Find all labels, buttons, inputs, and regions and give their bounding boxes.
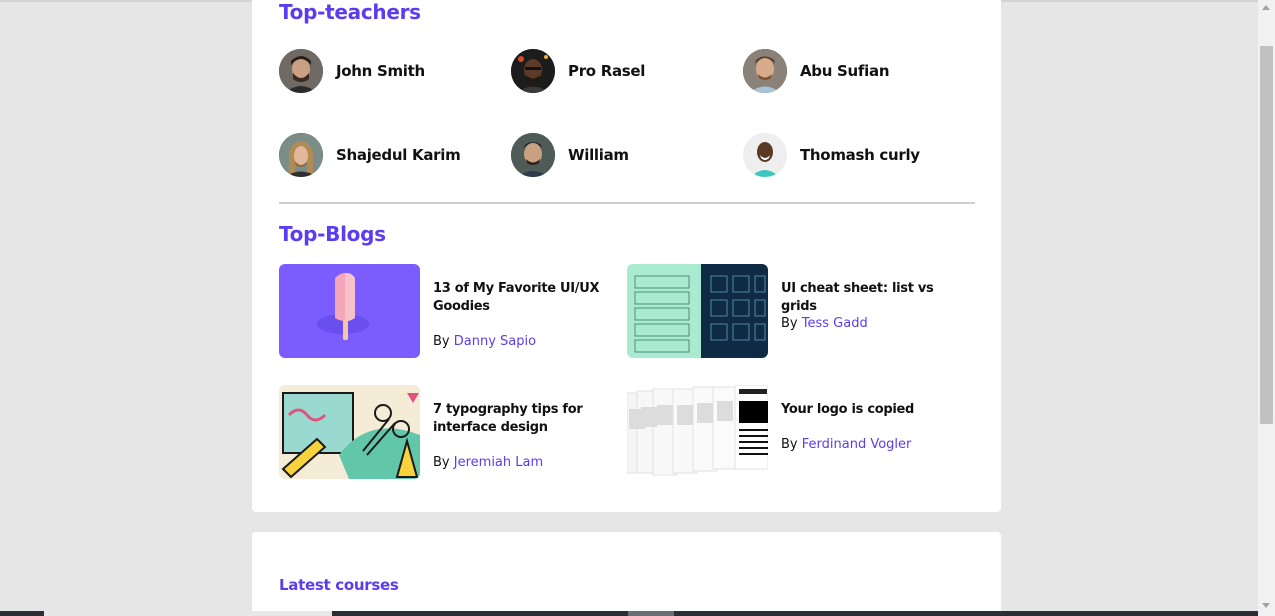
teacher-name: Abu Sufian bbox=[800, 62, 890, 80]
by-label: By bbox=[433, 334, 450, 349]
teacher-avatar bbox=[511, 49, 555, 93]
teacher-card[interactable]: Shajedul Karim bbox=[279, 132, 499, 178]
taskbar-strip bbox=[0, 611, 1258, 616]
blog-thumbnail[interactable] bbox=[279, 385, 420, 479]
blog-card[interactable]: 13 of My Favorite UI/UX Goodies By Danny… bbox=[279, 264, 619, 358]
blog-thumbnail[interactable] bbox=[627, 264, 768, 358]
by-label: By bbox=[433, 455, 450, 470]
blog-byline: By Jeremiah Lam bbox=[433, 455, 543, 470]
blog-byline: By Ferdinand Vogler bbox=[781, 437, 911, 452]
teacher-card[interactable]: Thomash curly bbox=[743, 132, 963, 178]
blog-card[interactable]: Your logo is copied By Ferdinand Vogler bbox=[627, 385, 967, 479]
teacher-card[interactable]: Abu Sufian bbox=[743, 48, 963, 94]
blog-byline: By Tess Gadd bbox=[781, 316, 868, 331]
teacher-name: Thomash curly bbox=[800, 146, 920, 164]
teacher-name: John Smith bbox=[336, 62, 425, 80]
blog-author-link[interactable]: Danny Sapio bbox=[454, 334, 536, 349]
teacher-avatar bbox=[511, 133, 555, 177]
top-blogs-heading: Top-Blogs bbox=[279, 222, 386, 246]
blog-title[interactable]: 7 typography tips for interface design bbox=[433, 401, 608, 437]
vertical-scrollbar[interactable] bbox=[1258, 0, 1275, 616]
scroll-down-arrow-icon[interactable] bbox=[1262, 603, 1270, 608]
scroll-up-arrow-icon[interactable] bbox=[1262, 5, 1270, 10]
teacher-name: Shajedul Karim bbox=[336, 146, 461, 164]
teacher-avatar bbox=[279, 49, 323, 93]
latest-courses-card: Latest courses bbox=[252, 532, 1001, 616]
blog-title[interactable]: UI cheat sheet: list vs grids bbox=[781, 280, 956, 316]
section-divider bbox=[279, 202, 975, 204]
blog-thumbnail[interactable] bbox=[627, 385, 768, 479]
teacher-avatar bbox=[743, 133, 787, 177]
by-label: By bbox=[781, 437, 798, 452]
scrollbar-thumb[interactable] bbox=[1260, 46, 1273, 424]
blog-author-link[interactable]: Tess Gadd bbox=[802, 316, 868, 331]
by-label: By bbox=[781, 316, 798, 331]
teacher-card[interactable]: John Smith bbox=[279, 48, 499, 94]
blog-title[interactable]: 13 of My Favorite UI/UX Goodies bbox=[433, 280, 608, 316]
top-teachers-heading: Top-teachers bbox=[279, 0, 421, 24]
latest-courses-heading: Latest courses bbox=[279, 576, 399, 594]
blog-author-link[interactable]: Jeremiah Lam bbox=[454, 455, 543, 470]
blog-author-link[interactable]: Ferdinand Vogler bbox=[802, 437, 912, 452]
blog-byline: By Danny Sapio bbox=[433, 334, 536, 349]
blog-card[interactable]: 7 typography tips for interface design B… bbox=[279, 385, 619, 479]
blog-title[interactable]: Your logo is copied bbox=[781, 401, 956, 419]
main-content-card: Top-teachers John Smith Pro Rasel Abu Su… bbox=[252, 0, 1001, 512]
taskbar-segment bbox=[44, 611, 332, 616]
teacher-name: William bbox=[568, 146, 629, 164]
teacher-card[interactable]: William bbox=[511, 132, 731, 178]
teacher-card[interactable]: Pro Rasel bbox=[511, 48, 731, 94]
teacher-avatar bbox=[743, 49, 787, 93]
taskbar-segment bbox=[628, 611, 674, 616]
blog-thumbnail[interactable] bbox=[279, 264, 420, 358]
teacher-avatar bbox=[279, 133, 323, 177]
blog-card[interactable]: UI cheat sheet: list vs grids By Tess Ga… bbox=[627, 264, 967, 358]
teacher-name: Pro Rasel bbox=[568, 62, 646, 80]
